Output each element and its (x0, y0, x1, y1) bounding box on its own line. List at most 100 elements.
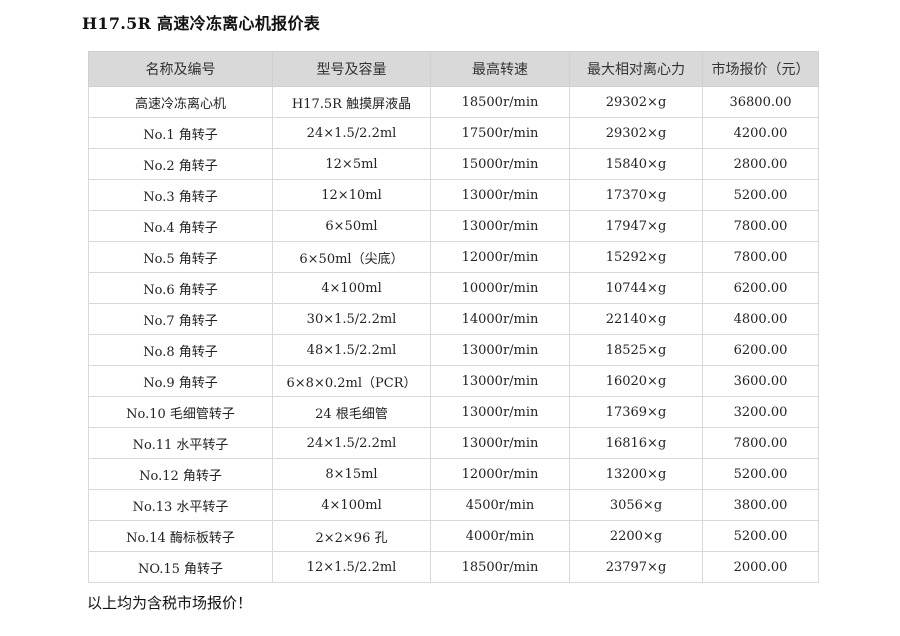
price-table: 名称及编号 型号及容量 最高转速 最大相对离心力 市场报价（元） 高速冷冻离心机… (88, 51, 819, 583)
cell-max-speed: 13000r/min (430, 396, 570, 428)
header-max-speed: 最高转速 (430, 51, 570, 87)
table-row: No.11 水平转子 24×1.5/2.2ml 13000r/min 16816×g 7… (88, 427, 819, 459)
cell-price: 3600.00 (702, 365, 819, 397)
cell-max-rcf: 10744×g (569, 272, 703, 304)
cell-price: 7800.00 (702, 241, 819, 273)
document-title: H17.5R 高速冷冻离心机报价表 (82, 14, 321, 33)
cell-price: 5200.00 (702, 179, 819, 211)
cell-model: 4×100ml (272, 272, 431, 304)
cell-model: 24 根毛细管 (272, 396, 431, 428)
cell-price: 5200.00 (702, 520, 819, 552)
header-name-and-number: 名称及编号 (88, 51, 273, 87)
cell-model: 6×50ml（尖底） (272, 241, 431, 273)
table-row: No.4 角转子 6×50ml 13000r/min 17947×g 7800.00 (88, 210, 819, 242)
cell-model: 30×1.5/2.2ml (272, 303, 431, 335)
cell-max-rcf: 17947×g (569, 210, 703, 242)
cell-max-rcf: 23797×g (569, 551, 703, 583)
table-row: No.9 角转子 6×8×0.2ml（PCR） 13000r/min 16020×g 3… (88, 365, 819, 397)
cell-max-rcf: 16816×g (569, 427, 703, 459)
cell-name: No.2 角转子 (88, 148, 273, 180)
cell-max-rcf: 22140×g (569, 303, 703, 335)
cell-max-speed: 15000r/min (430, 148, 570, 180)
table-row: No.8 角转子 48×1.5/2.2ml 13000r/min 18525×g 620… (88, 334, 819, 366)
cell-max-rcf: 3056×g (569, 489, 703, 521)
cell-max-speed: 4500r/min (430, 489, 570, 521)
cell-name: No.4 角转子 (88, 210, 273, 242)
cell-name: No.11 水平转子 (88, 427, 273, 459)
cell-max-speed: 4000r/min (430, 520, 570, 552)
cell-max-rcf: 17370×g (569, 179, 703, 211)
cell-name: No.8 角转子 (88, 334, 273, 366)
cell-max-rcf: 18525×g (569, 334, 703, 366)
cell-max-speed: 14000r/min (430, 303, 570, 335)
cell-max-rcf: 29302×g (569, 86, 703, 118)
footer-note: 以上均为含税市场报价！ (87, 594, 253, 612)
cell-max-speed: 13000r/min (430, 179, 570, 211)
table-header: 名称及编号 型号及容量 最高转速 最大相对离心力 市场报价（元） (88, 51, 819, 87)
cell-name: No.9 角转子 (88, 365, 273, 397)
cell-price: 3800.00 (702, 489, 819, 521)
table-row: NO.15 角转子 12×1.5/2.2ml 18500r/min 23797×g 20… (88, 551, 819, 583)
cell-price: 6200.00 (702, 334, 819, 366)
table-row: 高速冷冻离心机 H17.5R 触摸屏液晶 18500r/min 29302×g 3680… (88, 86, 819, 118)
cell-model: 6×50ml (272, 210, 431, 242)
cell-name: No.7 角转子 (88, 303, 273, 335)
header-row: 名称及编号 型号及容量 最高转速 最大相对离心力 市场报价（元） (88, 51, 819, 87)
table-row: No.3 角转子 12×10ml 13000r/min 17370×g 5200.00 (88, 179, 819, 211)
cell-model: H17.5R 触摸屏液晶 (272, 86, 431, 118)
cell-model: 2×2×96 孔 (272, 520, 431, 552)
cell-model: 24×1.5/2.2ml (272, 427, 431, 459)
table-row: No.10 毛细管转子 24 根毛细管 13000r/min 17369×g 3200.… (88, 396, 819, 428)
table-row: No.6 角转子 4×100ml 10000r/min 10744×g 6200.00 (88, 272, 819, 304)
cell-max-speed: 18500r/min (430, 86, 570, 118)
table-row: No.2 角转子 12×5ml 15000r/min 15840×g 2800.00 (88, 148, 819, 180)
cell-max-rcf: 2200×g (569, 520, 703, 552)
cell-max-rcf: 15840×g (569, 148, 703, 180)
table-row: No.14 酶标板转子 2×2×96 孔 4000r/min 2200×g 5200.0… (88, 520, 819, 552)
cell-max-rcf: 16020×g (569, 365, 703, 397)
cell-name: No.13 水平转子 (88, 489, 273, 521)
table-row: No.7 角转子 30×1.5/2.2ml 14000r/min 22140×g 480… (88, 303, 819, 335)
cell-price: 3200.00 (702, 396, 819, 428)
cell-price: 4200.00 (702, 117, 819, 149)
cell-name: No.10 毛细管转子 (88, 396, 273, 428)
table-row: No.13 水平转子 4×100ml 4500r/min 3056×g 3800.00 (88, 489, 819, 521)
cell-name: NO.15 角转子 (88, 551, 273, 583)
cell-model: 12×5ml (272, 148, 431, 180)
cell-name: No.14 酶标板转子 (88, 520, 273, 552)
cell-price: 4800.00 (702, 303, 819, 335)
cell-name: No.3 角转子 (88, 179, 273, 211)
cell-max-speed: 10000r/min (430, 272, 570, 304)
cell-price: 36800.00 (702, 86, 819, 118)
header-market-price: 市场报价（元） (702, 51, 819, 87)
header-max-rcf: 最大相对离心力 (569, 51, 703, 87)
cell-price: 6200.00 (702, 272, 819, 304)
cell-max-speed: 18500r/min (430, 551, 570, 583)
cell-model: 12×1.5/2.2ml (272, 551, 431, 583)
cell-max-speed: 13000r/min (430, 365, 570, 397)
cell-model: 12×10ml (272, 179, 431, 211)
cell-max-speed: 12000r/min (430, 458, 570, 490)
cell-name: No.6 角转子 (88, 272, 273, 304)
cell-max-rcf: 29302×g (569, 117, 703, 149)
cell-max-rcf: 17369×g (569, 396, 703, 428)
cell-name: No.5 角转子 (88, 241, 273, 273)
cell-max-rcf: 13200×g (569, 458, 703, 490)
cell-price: 2800.00 (702, 148, 819, 180)
cell-name: No.12 角转子 (88, 458, 273, 490)
cell-max-speed: 12000r/min (430, 241, 570, 273)
table-row: No.1 角转子 24×1.5/2.2ml 17500r/min 29302×g 420… (88, 117, 819, 149)
cell-max-rcf: 15292×g (569, 241, 703, 273)
cell-price: 7800.00 (702, 427, 819, 459)
cell-max-speed: 17500r/min (430, 117, 570, 149)
cell-name: 高速冷冻离心机 (88, 86, 273, 118)
cell-model: 6×8×0.2ml（PCR） (272, 365, 431, 397)
cell-price: 5200.00 (702, 458, 819, 490)
cell-max-speed: 13000r/min (430, 427, 570, 459)
cell-max-speed: 13000r/min (430, 334, 570, 366)
cell-max-speed: 13000r/min (430, 210, 570, 242)
table-body: 高速冷冻离心机 H17.5R 触摸屏液晶 18500r/min 29302×g 3680… (88, 86, 819, 583)
table-row: No.5 角转子 6×50ml（尖底） 12000r/min 15292×g 7800.… (88, 241, 819, 273)
cell-price: 2000.00 (702, 551, 819, 583)
cell-model: 8×15ml (272, 458, 431, 490)
